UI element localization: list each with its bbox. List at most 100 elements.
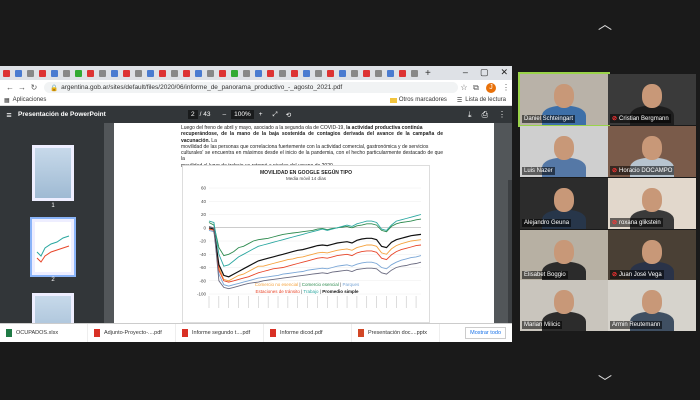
chevron-down-icon[interactable]: ﹀ [598, 372, 612, 392]
chevron-up-icon[interactable]: ︿ [598, 14, 612, 34]
series-line [208, 228, 422, 282]
participant-name-text: Armin Reutemann [612, 322, 661, 328]
tab-favicon-icon[interactable] [147, 69, 154, 77]
tab-favicon-icon[interactable] [27, 69, 34, 77]
tab-favicon-icon[interactable] [219, 69, 226, 77]
tab-favicon-icon[interactable] [51, 69, 58, 77]
bookmark-apps[interactable]: Aplicaciones [13, 97, 47, 103]
zoom-out-icon[interactable]: – [222, 111, 226, 118]
text-run: movilidad de las personas que correlacio… [181, 143, 429, 150]
tab-favicon-icon[interactable] [99, 69, 106, 77]
download-item[interactable]: Adjunto-Proyecto-....pdf [88, 324, 176, 342]
participant-tile[interactable]: Luis Nazer [520, 126, 608, 177]
back-icon[interactable]: ← [4, 83, 16, 92]
tab-favicon-icon[interactable] [339, 69, 346, 77]
maximize-icon[interactable]: ▢ [480, 67, 489, 78]
tab-favicon-icon[interactable] [327, 69, 334, 77]
bookmark-reading-list[interactable]: Lista de lectura [465, 97, 506, 103]
y-tick-label: 0 [203, 225, 206, 230]
participant-name-text: Daniel Schteingart [524, 116, 574, 122]
tab-favicon-icon[interactable] [3, 69, 10, 77]
tab-favicon-icon[interactable] [411, 69, 418, 77]
tab-favicon-icon[interactable] [111, 69, 118, 77]
profile-avatar[interactable]: J [486, 82, 496, 93]
participant-name-text: Juan José Vega [619, 272, 662, 278]
tab-favicon-icon[interactable] [315, 69, 322, 77]
minimize-icon[interactable]: – [463, 67, 468, 78]
more-icon[interactable]: ⋮ [498, 110, 506, 120]
tab-favicon-icon[interactable] [351, 69, 358, 77]
tab-favicon-icon[interactable] [255, 69, 262, 77]
legend-entry: Promedio simple [322, 289, 359, 294]
tab-favicon-icon[interactable] [267, 69, 274, 77]
download-item[interactable]: Informe dicod.pdf [264, 324, 352, 342]
person-head [554, 188, 574, 212]
text-run: culturales' se encuentra en máximos desd… [181, 150, 443, 163]
rotate-icon[interactable]: ⟲ [286, 111, 291, 119]
tab-favicon-icon[interactable] [399, 69, 406, 77]
url-field[interactable]: 🔒 argentina.gob.ar/sites/default/files/2… [44, 82, 458, 93]
tab-favicon-icon[interactable] [303, 69, 310, 77]
tab-favicon-icon[interactable] [183, 69, 190, 77]
reload-icon[interactable]: ↻ [28, 83, 40, 92]
bookmark-other[interactable]: Otros marcadores [399, 97, 447, 103]
zoom-level[interactable]: 100% [231, 110, 254, 119]
legend-entry: Comercio esencial [302, 282, 339, 287]
page-thumbnail[interactable] [32, 145, 74, 201]
participant-tile[interactable]: ⊘ Horacio DOCAMPO [608, 126, 696, 177]
print-icon[interactable]: ⎙ [482, 110, 488, 120]
participant-tile[interactable]: Armin Reutemann [608, 280, 696, 331]
participant-tile[interactable]: Elisabet Boggio [520, 230, 608, 281]
download-icon[interactable]: ⤓ [468, 110, 472, 120]
participant-tile[interactable]: ⊘ Cristian Bergmann [608, 74, 696, 125]
tab-favicon-icon[interactable] [75, 69, 82, 77]
download-item[interactable]: Presentación doc....pptx [352, 324, 440, 342]
download-item[interactable]: Informe segundo t....pdf [176, 324, 264, 342]
show-all-button[interactable]: Mostrar todo [465, 327, 506, 339]
person-head [642, 240, 662, 264]
tab-favicon-icon[interactable] [195, 69, 202, 77]
y-tick-label: -60 [199, 265, 206, 270]
tab-favicon-icon[interactable] [387, 69, 394, 77]
more-menu-icon[interactable]: ⋮ [500, 83, 512, 92]
tab-favicon-icon[interactable] [123, 69, 130, 77]
tab-favicon-icon[interactable] [63, 69, 70, 77]
zoom-in-icon[interactable]: + [259, 111, 263, 118]
fit-page-icon[interactable]: ⤢ [273, 111, 278, 119]
tab-favicon-icon[interactable] [171, 69, 178, 77]
tab-favicon-icon[interactable] [39, 69, 46, 77]
y-tick-label: -40 [199, 252, 206, 257]
address-bar: ← → ↻ 🔒 argentina.gob.ar/sites/default/f… [0, 80, 512, 95]
tab-favicon-icon[interactable] [135, 69, 142, 77]
scrollbar[interactable] [508, 180, 512, 342]
tab-favicon-icon[interactable] [375, 69, 382, 77]
page-thumbnail[interactable] [30, 217, 76, 277]
tab-favicon-icon[interactable] [207, 69, 214, 77]
participant-tile[interactable]: Daniel Schteingart [518, 72, 610, 127]
text-run-bold: recuperándose, de la mano de la baja sos… [181, 131, 443, 144]
star-icon[interactable]: ☆ [458, 83, 470, 92]
tab-favicon-icon[interactable] [279, 69, 286, 77]
page-number-input[interactable]: 2 [188, 110, 198, 119]
tab-favicon-icon[interactable] [159, 69, 166, 77]
download-item[interactable]: OCUPADOS.xlsx [0, 324, 88, 342]
close-icon[interactable]: ✕ [500, 67, 508, 78]
participant-name: Alejandro Geuna [522, 219, 572, 227]
participant-tile[interactable]: Alejandro Geuna [520, 178, 608, 229]
tab-favicon-icon[interactable] [15, 69, 22, 77]
tab-favicon-icon[interactable] [87, 69, 94, 77]
tab-favicon-icon[interactable] [363, 69, 370, 77]
tab-favicon-icon[interactable] [291, 69, 298, 77]
participant-tile[interactable]: ⊘ Juan José Vega [608, 230, 696, 281]
forward-icon[interactable]: → [16, 83, 28, 92]
tab-favicon-icon[interactable] [231, 69, 238, 77]
legend-entry: Parques [342, 282, 360, 287]
thumbnail-number: 1 [51, 203, 55, 209]
extensions-icon[interactable]: ⧉ [470, 83, 482, 93]
participant-tile[interactable]: ⊘ roxana glikstein [608, 178, 696, 229]
tab-favicon-icon[interactable] [243, 69, 250, 77]
participant-name-text: Elisabet Boggio [524, 272, 566, 278]
new-tab-icon[interactable]: + [425, 68, 431, 79]
participant-tile[interactable]: Marian Milicic [520, 280, 608, 331]
menu-icon[interactable]: ≡ [0, 110, 18, 120]
